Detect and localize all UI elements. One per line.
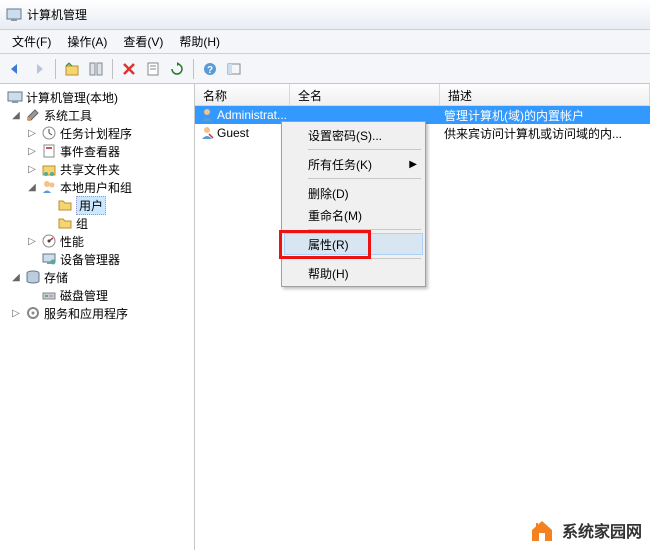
- tree-label: 任务计划程序: [60, 125, 132, 142]
- submenu-arrow-icon: ▶: [409, 159, 417, 170]
- tree-label: 用户: [76, 196, 106, 215]
- tools-icon: [25, 107, 41, 123]
- storage-icon: [25, 269, 41, 285]
- svg-text:?: ?: [207, 65, 213, 76]
- ctx-set-password[interactable]: 设置密码(S)...: [284, 124, 423, 146]
- clock-icon: [41, 125, 57, 141]
- header-description[interactable]: 描述: [440, 84, 650, 105]
- tree-scheduler[interactable]: ▷ 任务计划程序: [0, 124, 194, 142]
- computer-icon: [7, 89, 23, 105]
- watermark-text: 系统家园网: [562, 518, 642, 542]
- menu-action[interactable]: 操作(A): [59, 30, 115, 53]
- expand-icon[interactable]: ▷: [26, 146, 38, 157]
- cell-desc: 管理计算机(域)的内置帐户: [440, 107, 650, 124]
- shared-folder-icon: [41, 161, 57, 177]
- cell-name: Administrat...: [217, 108, 287, 122]
- ctx-all-tasks[interactable]: 所有任务(K)▶: [284, 153, 423, 175]
- tree-systemtools[interactable]: ◢ 系统工具: [0, 106, 194, 124]
- context-menu: 设置密码(S)... 所有任务(K)▶ 删除(D) 重命名(M) 属性(R) 帮…: [281, 121, 426, 287]
- folder-icon: [57, 215, 73, 231]
- event-icon: [41, 143, 57, 159]
- tree-root[interactable]: 计算机管理(本地): [0, 88, 194, 106]
- tree-services[interactable]: ▷ 服务和应用程序: [0, 304, 194, 322]
- tree-sharedfolders[interactable]: ▷ 共享文件夹: [0, 160, 194, 178]
- tree-label: 共享文件夹: [60, 161, 120, 178]
- toolbar-separator: [112, 59, 113, 79]
- tree-devicemanager[interactable]: 设备管理器: [0, 250, 194, 268]
- services-icon: [25, 305, 41, 321]
- tree-eventviewer[interactable]: ▷ 事件查看器: [0, 142, 194, 160]
- toolbar-separator: [55, 59, 56, 79]
- ctx-rename[interactable]: 重命名(M): [284, 204, 423, 226]
- tree-label: 磁盘管理: [60, 287, 108, 304]
- tree-users[interactable]: 用户: [0, 196, 194, 214]
- menu-help[interactable]: 帮助(H): [171, 30, 228, 53]
- tree-label: 事件查看器: [60, 143, 120, 160]
- disk-icon: [41, 287, 57, 303]
- user-icon: [199, 125, 215, 141]
- properties-button[interactable]: [85, 58, 107, 80]
- expand-icon[interactable]: ▷: [26, 164, 38, 175]
- users-icon: [41, 179, 57, 195]
- tree-label: 性能: [60, 233, 84, 250]
- ctx-help[interactable]: 帮助(H): [284, 262, 423, 284]
- tree-label: 服务和应用程序: [44, 305, 128, 322]
- menu-view[interactable]: 查看(V): [115, 30, 171, 53]
- ctx-properties[interactable]: 属性(R): [284, 233, 423, 255]
- tree-localusers[interactable]: ◢ 本地用户和组: [0, 178, 194, 196]
- back-button[interactable]: [4, 58, 26, 80]
- expand-icon[interactable]: ▷: [26, 128, 38, 139]
- export-button[interactable]: [142, 58, 164, 80]
- ctx-separator: [308, 258, 421, 259]
- ctx-delete[interactable]: 删除(D): [284, 182, 423, 204]
- list-header: 名称 全名 描述: [195, 84, 650, 106]
- cell-name: Guest: [217, 126, 249, 140]
- toolbar: ?: [0, 54, 650, 84]
- toolbar-separator: [193, 59, 194, 79]
- ctx-separator: [308, 229, 421, 230]
- ctx-separator: [308, 149, 421, 150]
- tree-label: 组: [76, 215, 88, 232]
- user-icon: [199, 107, 215, 123]
- tree-performance[interactable]: ▷ 性能: [0, 232, 194, 250]
- cell-desc: 供来宾访问计算机或访问域的内...: [440, 125, 650, 142]
- header-fullname[interactable]: 全名: [290, 84, 440, 105]
- delete-button[interactable]: [118, 58, 140, 80]
- header-name[interactable]: 名称: [195, 84, 290, 105]
- expand-icon[interactable]: ▷: [26, 236, 38, 247]
- forward-button[interactable]: [28, 58, 50, 80]
- folder-icon: [57, 197, 73, 213]
- menu-file[interactable]: 文件(F): [4, 30, 59, 53]
- house-icon: [528, 516, 556, 544]
- performance-icon: [41, 233, 57, 249]
- menubar: 文件(F) 操作(A) 查看(V) 帮助(H): [0, 30, 650, 54]
- tree-pane: 计算机管理(本地) ◢ 系统工具 ▷ 任务计划程序 ▷ 事件查看器 ▷ 共享文件…: [0, 84, 195, 550]
- help-button[interactable]: ?: [199, 58, 221, 80]
- tree-label: 本地用户和组: [60, 179, 132, 196]
- watermark: 系统家园网: [528, 516, 642, 544]
- tree-storage[interactable]: ◢ 存储: [0, 268, 194, 286]
- device-icon: [41, 251, 57, 267]
- up-button[interactable]: [61, 58, 83, 80]
- tree-label: 计算机管理(本地): [26, 89, 118, 106]
- app-icon: [6, 7, 22, 23]
- show-hide-button[interactable]: [223, 58, 245, 80]
- tree-label: 存储: [44, 269, 68, 286]
- expand-icon[interactable]: ▷: [10, 308, 22, 319]
- collapse-icon[interactable]: ◢: [10, 110, 22, 121]
- refresh-button[interactable]: [166, 58, 188, 80]
- tree-groups[interactable]: 组: [0, 214, 194, 232]
- collapse-icon[interactable]: ◢: [10, 272, 22, 283]
- window-title: 计算机管理: [27, 6, 87, 23]
- ctx-separator: [308, 178, 421, 179]
- tree-diskmgmt[interactable]: 磁盘管理: [0, 286, 194, 304]
- tree-label: 设备管理器: [60, 251, 120, 268]
- collapse-icon[interactable]: ◢: [26, 182, 38, 193]
- tree-label: 系统工具: [44, 107, 92, 124]
- titlebar: 计算机管理: [0, 0, 650, 30]
